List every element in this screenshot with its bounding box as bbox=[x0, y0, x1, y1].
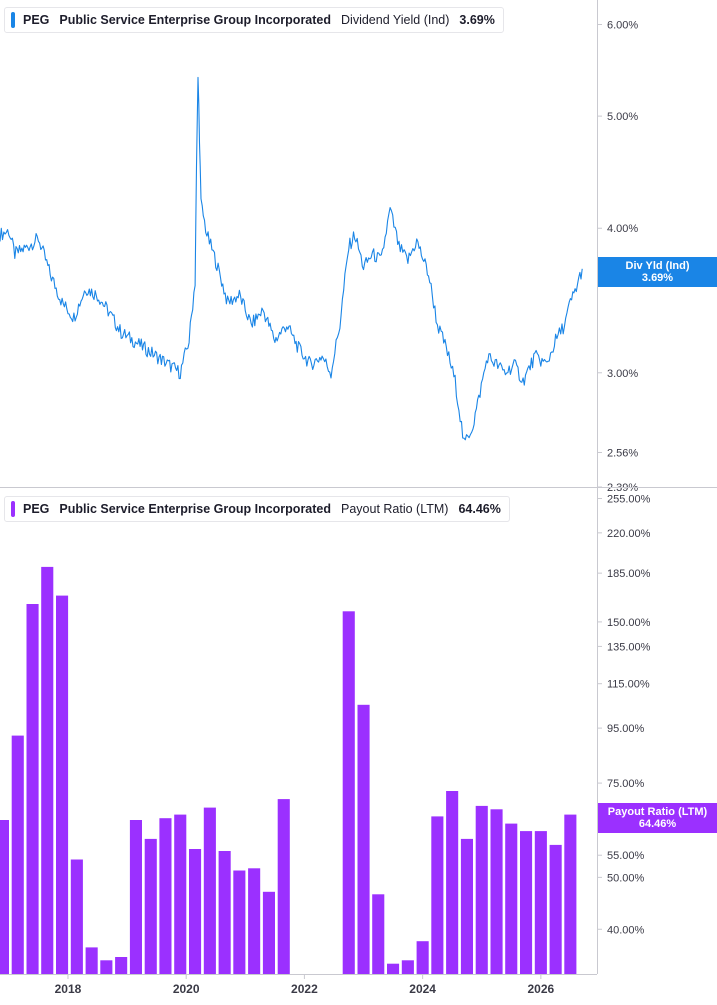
payout-legend-company: Public Service Enterprise Group Incorpor… bbox=[59, 502, 332, 516]
payout-bar bbox=[505, 823, 518, 974]
payout-bar bbox=[100, 960, 113, 974]
yield-tick-label: 6.00% bbox=[607, 20, 638, 32]
payout-tick-label: 220.00% bbox=[607, 528, 651, 540]
payout-bar bbox=[534, 831, 547, 974]
payout-tick-label: 135.00% bbox=[607, 641, 651, 653]
payout-bar bbox=[189, 849, 202, 974]
payout-bar bbox=[218, 851, 231, 974]
payout-legend: PEG Public Service Enterprise Group Inco… bbox=[4, 496, 510, 522]
payout-bar bbox=[520, 831, 533, 974]
payout-bar bbox=[11, 735, 24, 974]
payout-bar bbox=[277, 799, 290, 974]
payout-axis-ticks: 255.00% 220.00% 185.00% 150.00% 135.00% 115.0… bbox=[597, 494, 651, 936]
payout-bar bbox=[490, 809, 503, 974]
payout-legend-metric: Payout Ratio (LTM) bbox=[341, 502, 449, 516]
yield-line-series bbox=[0, 76, 583, 441]
payout-bar bbox=[372, 894, 385, 974]
payout-bar bbox=[564, 814, 577, 974]
yield-legend-company: Public Service Enterprise Group Incorpor… bbox=[59, 13, 332, 27]
payout-bar-series bbox=[0, 566, 577, 974]
payout-bar bbox=[56, 595, 69, 974]
payout-bar bbox=[342, 611, 355, 974]
payout-bar bbox=[401, 960, 414, 974]
payout-bar bbox=[262, 891, 275, 974]
payout-bar bbox=[549, 844, 562, 974]
payout-tick-label: 40.00% bbox=[607, 924, 645, 936]
payout-bar bbox=[129, 820, 142, 974]
payout-bar bbox=[446, 791, 459, 974]
payout-tick-label: 95.00% bbox=[607, 723, 645, 735]
payout-legend-ticker: PEG bbox=[23, 502, 50, 516]
yield-tick-label: 2.56% bbox=[607, 447, 638, 459]
payout-bar bbox=[416, 941, 429, 974]
payout-tick-label: 115.00% bbox=[607, 679, 650, 691]
payout-bar bbox=[174, 814, 187, 974]
payout-bar bbox=[159, 818, 172, 974]
payout-bar bbox=[460, 838, 473, 974]
x-axis: 2018 2020 2022 2024 2026 bbox=[55, 974, 555, 996]
payout-badge-value: 64.46% bbox=[638, 817, 677, 830]
x-tick-label: 2022 bbox=[291, 982, 318, 996]
yield-current-badge: Div Yld (Ind) 3.69% bbox=[598, 256, 717, 287]
yield-tick-label: 5.00% bbox=[607, 111, 638, 123]
x-tick-label: 2026 bbox=[527, 982, 554, 996]
payout-tick-label: 150.00% bbox=[607, 617, 651, 629]
payout-tick-label: 50.00% bbox=[607, 872, 645, 884]
payout-badge-label: Payout Ratio (LTM) bbox=[607, 805, 708, 818]
payout-current-badge: Payout Ratio (LTM) 64.46% bbox=[598, 802, 717, 833]
payout-tick-label: 255.00% bbox=[607, 494, 651, 506]
yield-legend-swatch bbox=[11, 12, 15, 28]
payout-bar bbox=[357, 704, 370, 974]
yield-tick-label: 4.00% bbox=[607, 223, 638, 235]
payout-tick-label: 55.00% bbox=[607, 850, 645, 862]
yield-legend: PEG Public Service Enterprise Group Inco… bbox=[4, 7, 504, 33]
payout-bar bbox=[203, 807, 216, 974]
payout-tick-label: 185.00% bbox=[607, 568, 651, 580]
payout-bar bbox=[70, 859, 83, 974]
yield-tick-label: 3.00% bbox=[607, 368, 638, 380]
yield-legend-ticker: PEG bbox=[23, 13, 50, 27]
payout-bar bbox=[0, 820, 10, 974]
payout-bar bbox=[233, 870, 246, 974]
payout-tick-label: 75.00% bbox=[607, 778, 645, 790]
yield-badge-value: 3.69% bbox=[641, 271, 674, 284]
payout-legend-value: 64.46% bbox=[458, 502, 501, 516]
payout-bar bbox=[248, 868, 261, 974]
x-tick-label: 2024 bbox=[409, 982, 436, 996]
payout-bar bbox=[26, 604, 39, 974]
x-tick-label: 2018 bbox=[55, 982, 82, 996]
payout-bar bbox=[85, 947, 98, 974]
payout-bar bbox=[475, 805, 488, 974]
payout-legend-swatch bbox=[11, 501, 15, 517]
x-tick-label: 2020 bbox=[173, 982, 200, 996]
yield-legend-value: 3.69% bbox=[459, 13, 495, 27]
yield-line-path bbox=[0, 76, 583, 441]
yield-legend-metric: Dividend Yield (Ind) bbox=[341, 13, 450, 27]
payout-bar bbox=[41, 566, 54, 974]
payout-bar bbox=[431, 816, 444, 974]
payout-bar bbox=[144, 838, 157, 974]
payout-bar bbox=[115, 957, 128, 974]
yield-badge-label: Div Yld (Ind) bbox=[625, 259, 690, 272]
payout-bar bbox=[387, 963, 400, 974]
